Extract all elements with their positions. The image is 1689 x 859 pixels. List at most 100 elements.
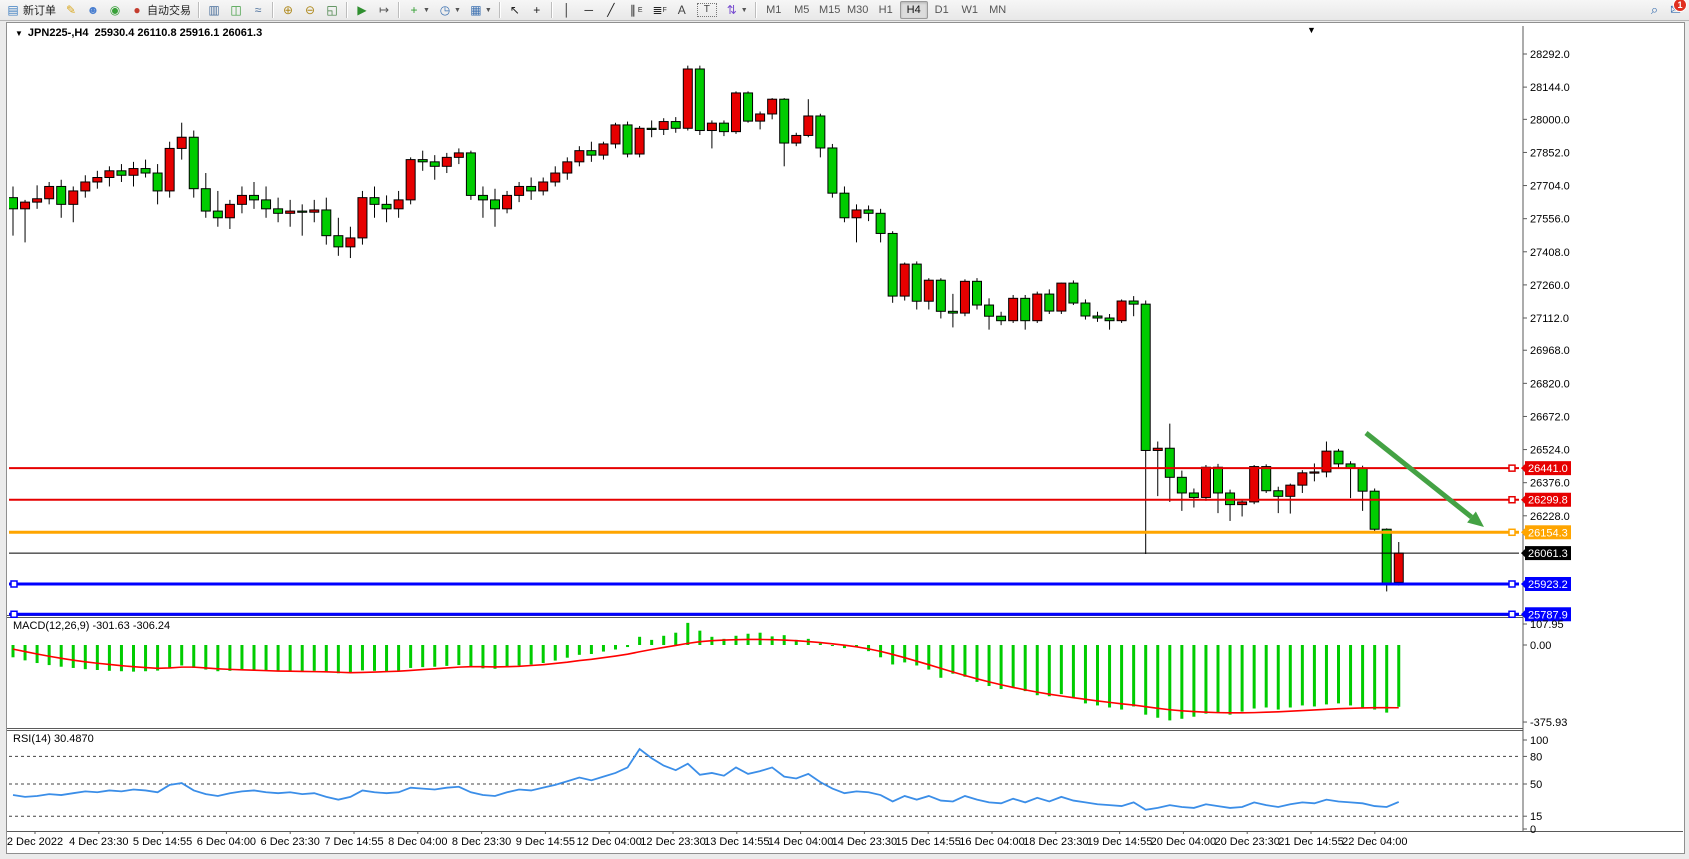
bar-chart-icon-glyph: ▥ bbox=[207, 3, 221, 17]
zoom-in-icon[interactable]: ⊕ bbox=[277, 0, 299, 20]
indicators-button-dropdown-icon[interactable]: ▼ bbox=[423, 7, 430, 14]
svg-text:27556.0: 27556.0 bbox=[1530, 214, 1570, 226]
svg-text:6 Dec 04:00: 6 Dec 04:00 bbox=[197, 836, 256, 848]
vertical-line-button[interactable]: │ bbox=[556, 0, 578, 20]
svg-text:27260.0: 27260.0 bbox=[1530, 280, 1570, 292]
notification-badge: 1 bbox=[1673, 0, 1687, 12]
timeframe-m1[interactable]: M1 bbox=[760, 1, 788, 19]
tile-windows-icon[interactable]: ◱ bbox=[321, 0, 343, 20]
auto-scroll-icon[interactable]: ▶ bbox=[351, 0, 373, 20]
svg-text:27408.0: 27408.0 bbox=[1530, 247, 1570, 259]
periods-button[interactable]: ◷▼ bbox=[434, 0, 465, 20]
price-plot-area[interactable] bbox=[9, 66, 1524, 618]
ohlc-readout: 25930.4 26110.8 25916.1 26061.3 bbox=[95, 27, 263, 39]
zoom-in-icon-glyph: ⊕ bbox=[281, 3, 295, 17]
svg-text:19 Dec 14:55: 19 Dec 14:55 bbox=[1087, 836, 1152, 848]
svg-text:50: 50 bbox=[1530, 779, 1542, 791]
svg-text:26061.3: 26061.3 bbox=[1528, 548, 1568, 560]
timeframe-m30[interactable]: M30 bbox=[844, 1, 872, 19]
candlestick-chart-icon[interactable]: ◫ bbox=[225, 0, 247, 20]
equidistant-channel-button[interactable]: ∥E bbox=[622, 0, 647, 20]
arrows-button[interactable]: ⇅▼ bbox=[721, 0, 752, 20]
svg-text:16 Dec 04:00: 16 Dec 04:00 bbox=[959, 836, 1024, 848]
svg-text:26299.8: 26299.8 bbox=[1528, 495, 1568, 507]
cursor-button-glyph: ↖ bbox=[508, 3, 522, 17]
toolbar: ▤新订单✎☻◉●自动交易▥◫≈⊕⊖◱▶↦+▼◷▼▦▼↖+│─╱∥E≣FAT⇅▼M… bbox=[0, 0, 1689, 21]
rsi-pane[interactable] bbox=[9, 749, 1523, 816]
svg-text:7 Dec 14:55: 7 Dec 14:55 bbox=[324, 836, 383, 848]
templates-button-dropdown-icon[interactable]: ▼ bbox=[485, 7, 492, 14]
text-button[interactable]: A bbox=[671, 0, 693, 20]
crosshair-button-glyph: + bbox=[530, 3, 544, 17]
chart-shift-icon[interactable]: ↦ bbox=[373, 0, 395, 20]
search-icon[interactable]: ⌕ bbox=[1651, 2, 1658, 18]
zoom-out-icon[interactable]: ⊖ bbox=[299, 0, 321, 20]
templates-button-glyph: ▦ bbox=[469, 3, 483, 17]
svg-text:12 Dec 04:00: 12 Dec 04:00 bbox=[576, 836, 641, 848]
svg-text:25923.2: 25923.2 bbox=[1528, 579, 1568, 591]
autotrading-button[interactable]: ●自动交易 bbox=[126, 0, 195, 20]
svg-text:100: 100 bbox=[1530, 735, 1548, 747]
autotrading-button-label: 自动交易 bbox=[147, 2, 191, 18]
cursor-button[interactable]: ↖ bbox=[504, 0, 526, 20]
timeframe-w1[interactable]: W1 bbox=[956, 1, 984, 19]
mt4-terminal: { "toolbar": { "groups": [ {"items": [ {… bbox=[0, 0, 1689, 859]
svg-text:22 Dec 04:00: 22 Dec 04:00 bbox=[1342, 836, 1407, 848]
auto-scroll-icon-glyph: ▶ bbox=[355, 3, 369, 17]
svg-text:80: 80 bbox=[1530, 751, 1542, 763]
marker-icon[interactable]: ✎ bbox=[60, 0, 82, 20]
templates-button[interactable]: ▦▼ bbox=[465, 0, 496, 20]
timeframe-m15[interactable]: M15 bbox=[816, 1, 844, 19]
svg-text:26376.0: 26376.0 bbox=[1530, 478, 1570, 490]
chart-title: ▼JPN225-,H4 25930.4 26110.8 25916.1 2606… bbox=[15, 27, 262, 39]
timeframe-h4[interactable]: H4 bbox=[900, 1, 928, 19]
svg-text:26672.0: 26672.0 bbox=[1530, 411, 1570, 423]
notifications-icon[interactable]: ✉1 bbox=[1670, 2, 1681, 18]
svg-text:27112.0: 27112.0 bbox=[1530, 313, 1569, 325]
chart-shift-icon-glyph: ↦ bbox=[377, 3, 391, 17]
svg-text:20 Dec 04:00: 20 Dec 04:00 bbox=[1151, 836, 1216, 848]
periods-button-glyph: ◷ bbox=[438, 3, 452, 17]
line-chart-icon[interactable]: ≈ bbox=[247, 0, 269, 20]
svg-text:107.95: 107.95 bbox=[1530, 619, 1564, 631]
svg-text:9 Dec 14:55: 9 Dec 14:55 bbox=[516, 836, 575, 848]
bar-chart-icon[interactable]: ▥ bbox=[203, 0, 225, 20]
tile-windows-icon-glyph: ◱ bbox=[325, 3, 339, 17]
svg-text:27704.0: 27704.0 bbox=[1530, 181, 1570, 193]
svg-text:26524.0: 26524.0 bbox=[1530, 445, 1570, 457]
autotrading-icon: ● bbox=[130, 3, 144, 17]
text-label-button[interactable]: T bbox=[693, 0, 721, 20]
vertical-line-button-glyph: │ bbox=[560, 3, 574, 17]
timeframe-h1[interactable]: H1 bbox=[872, 1, 900, 19]
svg-text:4 Dec 23:30: 4 Dec 23:30 bbox=[69, 836, 128, 848]
svg-text:26228.0: 26228.0 bbox=[1530, 511, 1570, 523]
timeframe-m5[interactable]: M5 bbox=[788, 1, 816, 19]
chart-canvas[interactable]: 26441.026299.826154.326061.325923.225787… bbox=[7, 23, 1684, 853]
svg-text:15: 15 bbox=[1530, 811, 1542, 823]
text-button-glyph: A bbox=[675, 3, 689, 17]
new-order-icon: ▤ bbox=[6, 3, 20, 17]
timeframe-mn[interactable]: MN bbox=[984, 1, 1012, 19]
arrows-button-dropdown-icon[interactable]: ▼ bbox=[741, 7, 748, 14]
indicators-button[interactable]: +▼ bbox=[403, 0, 434, 20]
svg-text:14 Dec 23:30: 14 Dec 23:30 bbox=[832, 836, 897, 848]
chart-window[interactable]: 26441.026299.826154.326061.325923.225787… bbox=[6, 22, 1685, 854]
crosshair-button[interactable]: + bbox=[526, 0, 548, 20]
horizontal-line-button[interactable]: ─ bbox=[578, 0, 600, 20]
trendline-button[interactable]: ╱ bbox=[600, 0, 622, 20]
fibonacci-button[interactable]: ≣F bbox=[646, 0, 670, 20]
chart-collapse-icon[interactable]: ▼ bbox=[15, 29, 23, 38]
arrows-button-glyph: ⇅ bbox=[725, 3, 739, 17]
profile-icon[interactable]: ☻ bbox=[82, 0, 104, 20]
macd-pane[interactable] bbox=[12, 623, 1401, 721]
candlestick-chart-icon-glyph: ◫ bbox=[229, 3, 243, 17]
line-chart-icon-glyph: ≈ bbox=[251, 3, 265, 17]
svg-text:26820.0: 26820.0 bbox=[1530, 378, 1570, 390]
timeframe-d1[interactable]: D1 bbox=[928, 1, 956, 19]
periods-button-dropdown-icon[interactable]: ▼ bbox=[454, 7, 461, 14]
new-order-button[interactable]: ▤新订单 bbox=[2, 0, 60, 20]
chart-shift-marker-icon[interactable]: ▼ bbox=[1307, 25, 1316, 35]
svg-text:13 Dec 14:55: 13 Dec 14:55 bbox=[704, 836, 769, 848]
svg-text:26968.0: 26968.0 bbox=[1530, 345, 1570, 357]
signal-icon[interactable]: ◉ bbox=[104, 0, 126, 20]
